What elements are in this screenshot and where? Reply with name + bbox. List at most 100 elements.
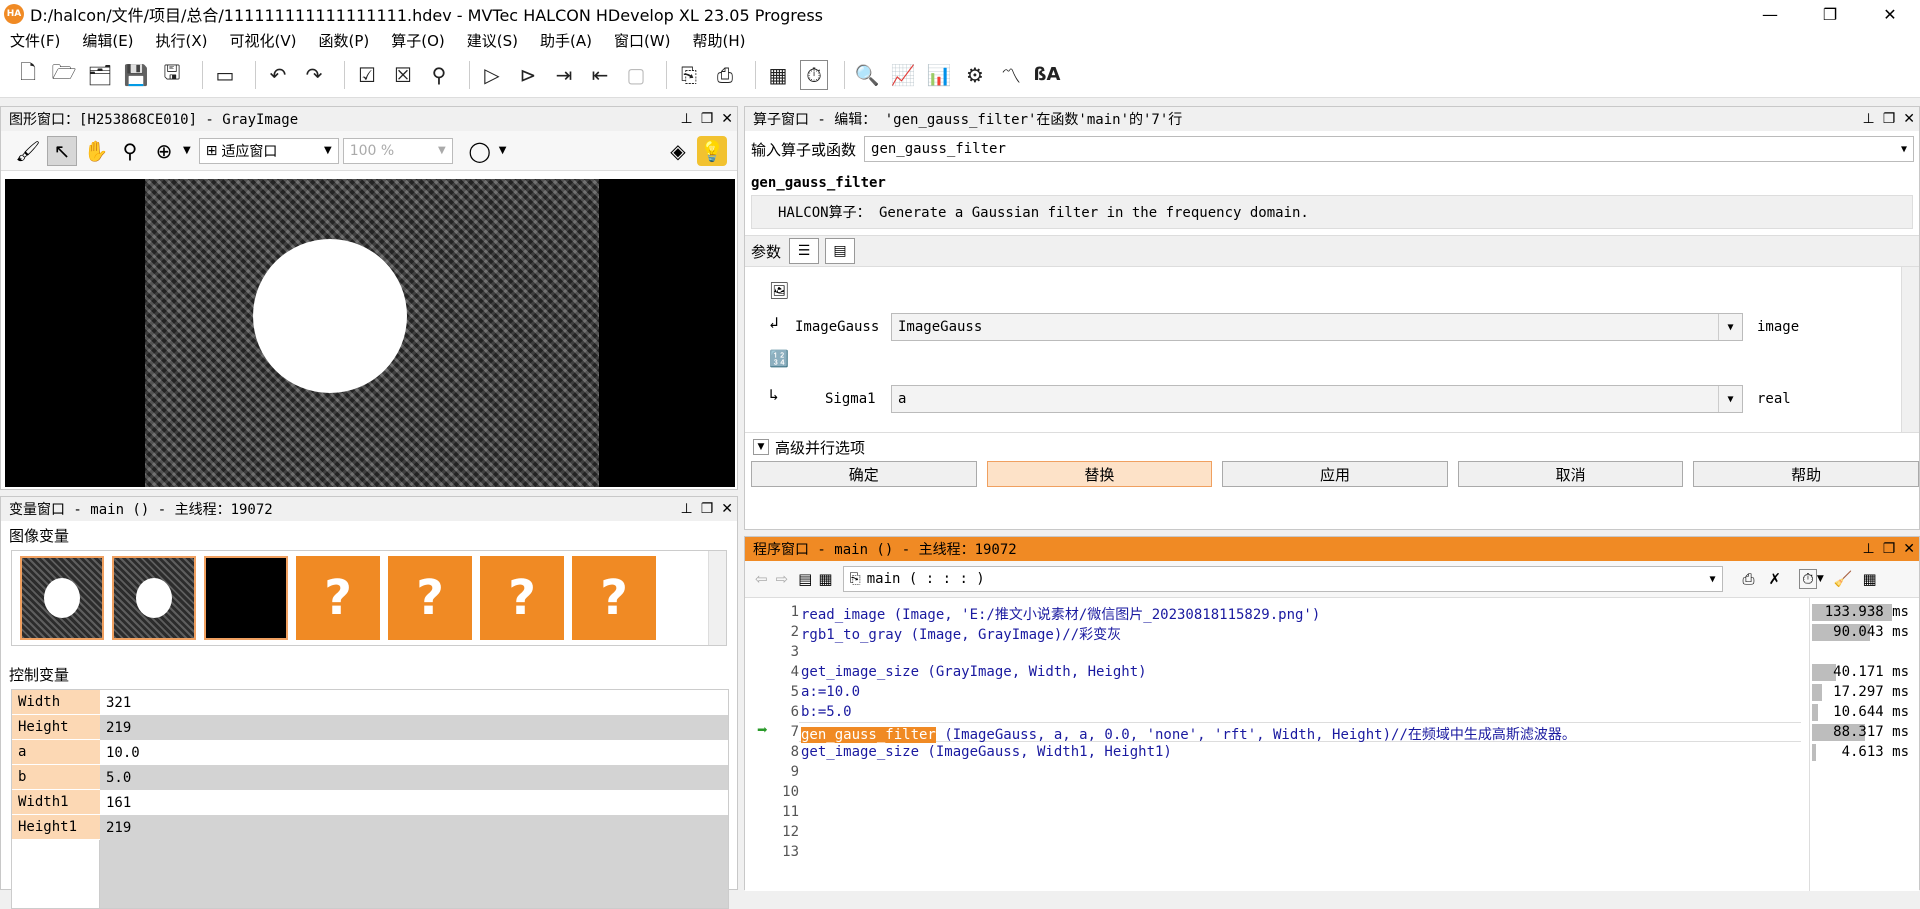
- gray-histogram-icon[interactable]: 📈: [889, 60, 917, 90]
- pin-icon[interactable]: ⊥: [681, 501, 693, 517]
- profiler-toggle-icon[interactable]: ▦: [764, 60, 792, 90]
- step-over-icon[interactable]: ⊳: [514, 60, 542, 90]
- table-row[interactable]: a 10.0: [12, 740, 728, 765]
- edit-procedure-icon[interactable]: ⎙: [1743, 570, 1755, 588]
- brush-icon[interactable]: 🖌: [13, 136, 43, 166]
- ok-button[interactable]: 确定: [751, 461, 977, 487]
- code-line[interactable]: get_image_size (ImageGauss, Width1, Heig…: [801, 744, 1172, 760]
- replace-button[interactable]: 替换: [986, 461, 1213, 487]
- gray-image-thumbnail[interactable]: [112, 556, 196, 640]
- reset-program-icon[interactable]: ⎘: [675, 60, 703, 90]
- camera-icon[interactable]: ▭: [211, 60, 239, 90]
- image-thumbnail[interactable]: [20, 556, 104, 640]
- run-icon[interactable]: ▷: [478, 60, 506, 90]
- restore-button[interactable]: ❐: [1800, 0, 1860, 28]
- plot-icon[interactable]: 〽: [997, 60, 1025, 90]
- close-icon[interactable]: ✕: [721, 501, 733, 517]
- open-recent-icon[interactable]: 🗂: [86, 60, 114, 90]
- clear-timing-icon[interactable]: 🧹: [1834, 570, 1853, 588]
- menu-file[interactable]: 文件(F): [10, 30, 60, 51]
- uninstantiated-thumbnail[interactable]: ?: [388, 556, 472, 640]
- list-view-icon[interactable]: ☰: [789, 238, 820, 264]
- graphics-canvas[interactable]: [5, 179, 735, 487]
- line-profile-icon[interactable]: 📊: [925, 60, 953, 90]
- menu-assistants[interactable]: 助手(A): [540, 30, 592, 51]
- pin-icon[interactable]: ⊥: [681, 111, 693, 127]
- menu-window[interactable]: 窗口(W): [614, 30, 671, 51]
- table-row[interactable]: Width 321: [12, 690, 728, 715]
- help-button[interactable]: 帮助: [1693, 461, 1919, 487]
- pin-icon[interactable]: ⊥: [1863, 111, 1875, 127]
- menu-visualize[interactable]: 可视化(V): [230, 30, 297, 51]
- pin-icon[interactable]: ⊥: [1863, 541, 1875, 557]
- table-row[interactable]: b 5.0: [12, 765, 728, 790]
- procedure-select[interactable]: ⎘ main ( : : : ) ▼: [842, 566, 1723, 592]
- table-row[interactable]: Width1 161: [12, 790, 728, 815]
- table-view-icon[interactable]: ▤: [825, 238, 856, 264]
- remove-breakpoint-icon[interactable]: ☒: [389, 60, 417, 90]
- undo-icon[interactable]: ↶: [264, 60, 292, 90]
- menu-suggestions[interactable]: 建议(S): [467, 30, 518, 51]
- code-line[interactable]: read_image (Image, 'E:/推文小说素材/微信图片_20230…: [801, 604, 1320, 624]
- float-icon[interactable]: ❐: [701, 111, 714, 127]
- minimize-button[interactable]: —: [1740, 0, 1800, 28]
- menu-help[interactable]: 帮助(H): [693, 30, 746, 51]
- thumbnails-scrollbar[interactable]: [708, 551, 726, 645]
- insert-breakpoint-icon[interactable]: ☑: [353, 60, 381, 90]
- redo-icon[interactable]: ↷: [300, 60, 328, 90]
- uninstantiated-thumbnail[interactable]: ?: [480, 556, 564, 640]
- table-row[interactable]: Height1 219: [12, 815, 728, 840]
- close-icon[interactable]: ✕: [1903, 541, 1915, 557]
- zoom-mode-select[interactable]: ⊞ 适应窗口 ▼: [198, 137, 339, 164]
- close-button[interactable]: ✕: [1860, 0, 1920, 28]
- uninstantiated-thumbnail[interactable]: ?: [572, 556, 656, 640]
- close-icon[interactable]: ✕: [1903, 111, 1915, 127]
- param-sigma1-field[interactable]: a ▼: [891, 385, 1743, 413]
- new-file-icon[interactable]: 🗋: [14, 60, 42, 90]
- operator-input-field[interactable]: gen_gauss_filter ▼: [864, 136, 1915, 162]
- lightbulb-icon[interactable]: 💡: [697, 135, 727, 166]
- code-line-current[interactable]: gen_gauss_filter (ImageGauss, a, a, 0.0,…: [801, 724, 1576, 744]
- zoom-icon[interactable]: 🔍: [853, 60, 881, 90]
- uninstantiated-thumbnail[interactable]: ?: [296, 556, 380, 640]
- menu-operators[interactable]: 算子(O): [391, 30, 445, 51]
- clear-breakpoints-icon[interactable]: ✗: [1769, 570, 1782, 588]
- stop-icon[interactable]: ▢: [622, 60, 650, 90]
- step-into-icon[interactable]: ⇥: [550, 60, 578, 90]
- close-icon[interactable]: ✕: [721, 111, 733, 127]
- advanced-parallel-options[interactable]: ▼ 高级并行选项: [745, 433, 1919, 461]
- float-icon[interactable]: ❐: [701, 501, 714, 517]
- menu-execute[interactable]: 执行(X): [156, 30, 208, 51]
- magnifier-icon[interactable]: ⚲: [115, 136, 145, 166]
- code-line[interactable]: a:=10.0: [801, 684, 860, 700]
- pointer-icon[interactable]: ↖: [47, 135, 77, 166]
- chevron-down-icon[interactable]: ▼: [183, 145, 191, 156]
- chevron-down-icon[interactable]: ▼: [499, 145, 507, 156]
- forward-icon[interactable]: ⇨: [776, 570, 789, 588]
- program-editor[interactable]: 1 2 3 4 5 6 7 8 9 10 11 12 13 ➡ read_ima…: [745, 597, 1919, 891]
- menu-edit[interactable]: 编辑(E): [82, 30, 133, 51]
- menu-procedures[interactable]: 函数(P): [318, 30, 369, 51]
- stopwatch-icon[interactable]: ⏱: [1799, 569, 1817, 589]
- parameters-scrollbar[interactable]: [1901, 267, 1919, 432]
- feature-inspection-icon[interactable]: ⚙: [961, 60, 989, 90]
- save-all-icon[interactable]: 🖫: [158, 60, 186, 90]
- open-file-icon[interactable]: 🗁: [50, 60, 78, 90]
- apply-button[interactable]: 应用: [1222, 461, 1448, 487]
- procedure-list-icon[interactable]: ▤: [798, 570, 812, 588]
- code-line[interactable]: get_image_size (GrayImage, Width, Height…: [801, 664, 1147, 680]
- draw-shape-icon[interactable]: ◯: [465, 136, 495, 166]
- layers-icon[interactable]: ◈: [663, 136, 693, 166]
- find-icon[interactable]: ⚲: [425, 60, 453, 90]
- stopwatch-icon[interactable]: ⏱: [800, 59, 828, 90]
- step-out-icon[interactable]: ⇤: [586, 60, 614, 90]
- export-icon[interactable]: ⎙: [711, 60, 739, 90]
- timing-table-icon[interactable]: ▦: [1862, 570, 1876, 588]
- ocr-icon[interactable]: ßA: [1033, 60, 1061, 90]
- save-icon[interactable]: 💾: [122, 60, 150, 90]
- param-imagegauss-field[interactable]: ImageGauss ▼: [891, 313, 1743, 341]
- cancel-button[interactable]: 取消: [1457, 461, 1684, 487]
- code-line[interactable]: b:=5.0: [801, 704, 852, 720]
- image-gauss-thumbnail[interactable]: [204, 556, 288, 640]
- float-icon[interactable]: ❐: [1883, 541, 1896, 557]
